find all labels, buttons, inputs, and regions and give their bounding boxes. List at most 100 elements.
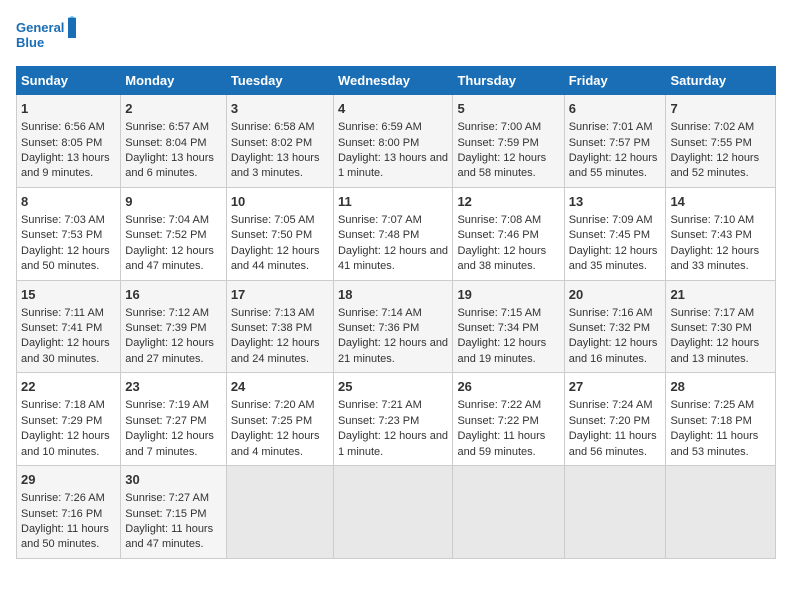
column-header-sunday: Sunday [17,67,121,95]
daylight-text: Daylight: 13 hours and 6 minutes. [125,152,214,179]
sunrise-text: Sunrise: 7:03 AM [21,214,105,226]
day-number: 22 [21,378,116,396]
daylight-text: Daylight: 12 hours and 33 minutes. [670,245,759,272]
daylight-text: Daylight: 12 hours and 55 minutes. [569,152,658,179]
calendar-cell: 15Sunrise: 7:11 AMSunset: 7:41 PMDayligh… [17,280,121,373]
sunrise-text: Sunrise: 7:18 AM [21,399,105,411]
daylight-text: Daylight: 12 hours and 41 minutes. [338,245,448,272]
sunrise-text: Sunrise: 7:08 AM [457,214,541,226]
day-number: 1 [21,100,116,118]
sunset-text: Sunset: 7:29 PM [21,415,102,427]
header: General Blue [16,16,776,56]
day-number: 3 [231,100,329,118]
calendar-cell [453,466,564,559]
calendar-cell [564,466,666,559]
daylight-text: Daylight: 11 hours and 47 minutes. [125,523,213,550]
day-number: 18 [338,286,448,304]
day-number: 15 [21,286,116,304]
daylight-text: Daylight: 11 hours and 50 minutes. [21,523,109,550]
calendar-table: SundayMondayTuesdayWednesdayThursdayFrid… [16,66,776,559]
daylight-text: Daylight: 12 hours and 7 minutes. [125,430,214,457]
calendar-cell: 12 Sunrise: 7:08 AM Sunset: 7:46 PM Dayligh… [453,187,564,280]
calendar-cell: 30Sunrise: 7:27 AMSunset: 7:15 PMDayligh… [121,466,227,559]
sunrise-text: Sunrise: 7:12 AM [125,307,209,319]
column-header-monday: Monday [121,67,227,95]
daylight-text: Daylight: 12 hours and 27 minutes. [125,337,214,364]
calendar-cell [333,466,452,559]
daylight-text: Daylight: 12 hours and 16 minutes. [569,337,658,364]
sunset-text: Sunset: 7:18 PM [670,415,751,427]
calendar-cell: 27Sunrise: 7:24 AMSunset: 7:20 PMDayligh… [564,373,666,466]
daylight-text: Daylight: 12 hours and 35 minutes. [569,245,658,272]
day-number: 12 [457,193,559,211]
day-number: 26 [457,378,559,396]
daylight-text: Daylight: 12 hours and 38 minutes. [457,245,546,272]
calendar-cell: 11Sunrise: 7:07 AMSunset: 7:48 PMDayligh… [333,187,452,280]
calendar-cell: 20Sunrise: 7:16 AMSunset: 7:32 PMDayligh… [564,280,666,373]
daylight-text: Daylight: 13 hours and 9 minutes. [21,152,110,179]
day-number: 7 [670,100,771,118]
sunrise-text: Sunrise: 7:02 AM [670,121,754,133]
daylight-text: Daylight: 12 hours and 21 minutes. [338,337,448,364]
day-number: 28 [670,378,771,396]
day-number: 11 [338,193,448,211]
calendar-cell: 18Sunrise: 7:14 AMSunset: 7:36 PMDayligh… [333,280,452,373]
sunset-text: Sunset: 7:39 PM [125,322,206,334]
sunrise-text: Sunrise: 7:01 AM [569,121,653,133]
calendar-cell: 19Sunrise: 7:15 AMSunset: 7:34 PMDayligh… [453,280,564,373]
day-number: 9 [125,193,222,211]
sunset-text: Sunset: 8:04 PM [125,137,206,149]
sunrise-text: Sunrise: 6:59 AM [338,121,422,133]
daylight-text: Daylight: 12 hours and 50 minutes. [21,245,110,272]
daylight-text: Daylight: 12 hours and 30 minutes. [21,337,110,364]
day-number: 13 [569,193,662,211]
sunset-text: Sunset: 7:16 PM [21,508,102,520]
daylight-text: Daylight: 11 hours and 56 minutes. [569,430,657,457]
column-header-row: SundayMondayTuesdayWednesdayThursdayFrid… [17,67,776,95]
calendar-cell: 14Sunrise: 7:10 AMSunset: 7:43 PMDayligh… [666,187,776,280]
sunrise-text: Sunrise: 7:25 AM [670,399,754,411]
svg-text:General: General [16,20,64,35]
sunset-text: Sunset: 7:32 PM [569,322,650,334]
day-number: 10 [231,193,329,211]
sunset-text: Sunset: 7:53 PM [21,229,102,241]
daylight-text: Daylight: 12 hours and 1 minute. [338,430,448,457]
calendar-cell: 29 Sunrise: 7:26 AM Sunset: 7:16 PM Dayligh… [17,466,121,559]
calendar-cell: 23Sunrise: 7:19 AMSunset: 7:27 PMDayligh… [121,373,227,466]
calendar-cell: 28 Sunrise: 7:25 AM Sunset: 7:18 PM Dayligh… [666,373,776,466]
sunset-text: Sunset: 7:34 PM [457,322,538,334]
sunrise-text: Sunrise: 7:26 AM [21,492,105,504]
day-number: 17 [231,286,329,304]
sunrise-text: Sunrise: 6:58 AM [231,121,315,133]
sunset-text: Sunset: 7:27 PM [125,415,206,427]
sunset-text: Sunset: 7:43 PM [670,229,751,241]
calendar-cell: 6 Sunrise: 7:01 AM Sunset: 7:57 PM Daylight… [564,95,666,188]
calendar-cell: 2Sunrise: 6:57 AMSunset: 8:04 PMDaylight… [121,95,227,188]
calendar-cell: 25Sunrise: 7:21 AMSunset: 7:23 PMDayligh… [333,373,452,466]
sunset-text: Sunset: 7:30 PM [670,322,751,334]
sunset-text: Sunset: 7:25 PM [231,415,312,427]
sunrise-text: Sunrise: 7:04 AM [125,214,209,226]
calendar-cell: 16Sunrise: 7:12 AMSunset: 7:39 PMDayligh… [121,280,227,373]
day-number: 29 [21,471,116,489]
daylight-text: Daylight: 11 hours and 53 minutes. [670,430,758,457]
day-number: 30 [125,471,222,489]
day-number: 8 [21,193,116,211]
calendar-cell: 13Sunrise: 7:09 AMSunset: 7:45 PMDayligh… [564,187,666,280]
daylight-text: Daylight: 13 hours and 3 minutes. [231,152,320,179]
sunrise-text: Sunrise: 7:07 AM [338,214,422,226]
day-number: 27 [569,378,662,396]
column-header-tuesday: Tuesday [226,67,333,95]
daylight-text: Daylight: 12 hours and 47 minutes. [125,245,214,272]
day-number: 6 [569,100,662,118]
column-header-wednesday: Wednesday [333,67,452,95]
calendar-week-row: 1Sunrise: 6:56 AMSunset: 8:05 PMDaylight… [17,95,776,188]
calendar-cell: 7Sunrise: 7:02 AMSunset: 7:55 PMDaylight… [666,95,776,188]
sunset-text: Sunset: 7:46 PM [457,229,538,241]
sunset-text: Sunset: 7:41 PM [21,322,102,334]
day-number: 21 [670,286,771,304]
sunrise-text: Sunrise: 7:15 AM [457,307,541,319]
logo-svg: General Blue [16,16,76,56]
sunset-text: Sunset: 7:50 PM [231,229,312,241]
sunset-text: Sunset: 7:57 PM [569,137,650,149]
